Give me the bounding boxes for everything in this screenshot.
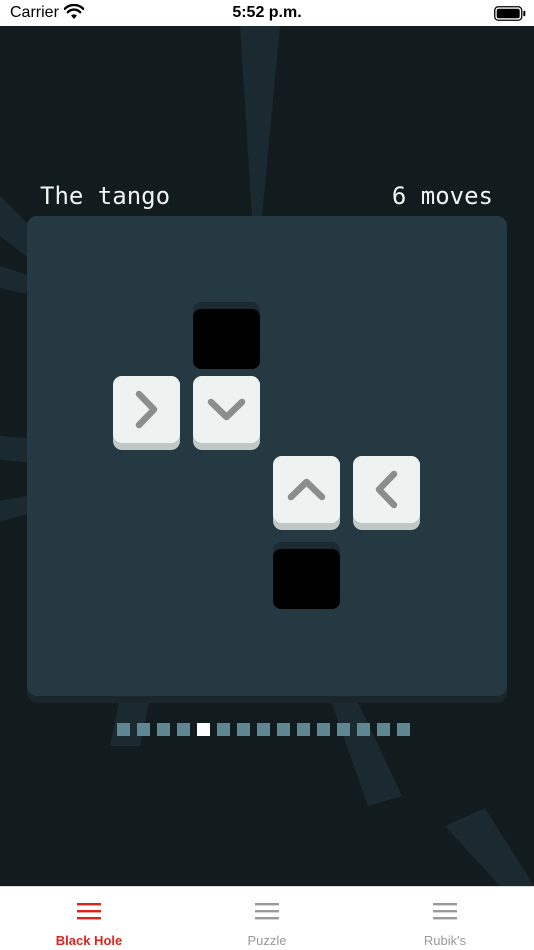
pager-dot[interactable]: [337, 723, 350, 736]
pager-dot[interactable]: [137, 723, 150, 736]
pager-dot[interactable]: [257, 723, 270, 736]
pager-dot-current[interactable]: [197, 723, 210, 736]
tab-label: Black Hole: [55, 933, 123, 948]
battery-icon: [494, 6, 526, 26]
game-board: [27, 216, 507, 696]
tab-rubiks[interactable]: Rubik's: [356, 887, 534, 950]
black-hole: [193, 302, 260, 369]
pager-dot[interactable]: [117, 723, 130, 736]
tile-right[interactable]: [113, 376, 180, 450]
menu-icon: [77, 903, 101, 920]
tab-label: Puzzle: [247, 933, 287, 948]
tab-label: Rubik's: [423, 933, 467, 948]
status-time: 5:52 p.m.: [232, 4, 302, 21]
arrow-down-icon: [207, 398, 246, 421]
moves-counter: 6 moves: [391, 182, 493, 210]
tab-puzzle[interactable]: Puzzle: [178, 887, 356, 950]
pager-dot[interactable]: [377, 723, 390, 736]
pager-dot[interactable]: [217, 723, 230, 736]
arrow-right-icon: [135, 390, 158, 429]
pager-dot[interactable]: [357, 723, 370, 736]
game-area: The tango 6 moves: [0, 26, 534, 886]
pager-dot[interactable]: [397, 723, 410, 736]
pager-dot[interactable]: [157, 723, 170, 736]
level-title: The tango: [40, 182, 171, 210]
arrow-up-icon: [287, 478, 326, 501]
pager-dot[interactable]: [297, 723, 310, 736]
tile-up[interactable]: [273, 456, 340, 530]
menu-icon: [255, 903, 279, 920]
pager-dot[interactable]: [317, 723, 330, 736]
status-bar: Carrier 5:52 p.m.: [0, 0, 534, 26]
black-hole: [273, 542, 340, 609]
pager-dot[interactable]: [277, 723, 290, 736]
level-pager: [117, 723, 410, 736]
menu-icon: [433, 903, 457, 920]
arrow-left-icon: [375, 470, 398, 509]
tab-bar: Black Hole Puzzle Rubik's: [0, 886, 534, 950]
pager-dot[interactable]: [177, 723, 190, 736]
tile-down[interactable]: [193, 376, 260, 450]
tab-black-hole[interactable]: Black Hole: [0, 887, 178, 950]
tile-left[interactable]: [353, 456, 420, 530]
pager-dot[interactable]: [237, 723, 250, 736]
